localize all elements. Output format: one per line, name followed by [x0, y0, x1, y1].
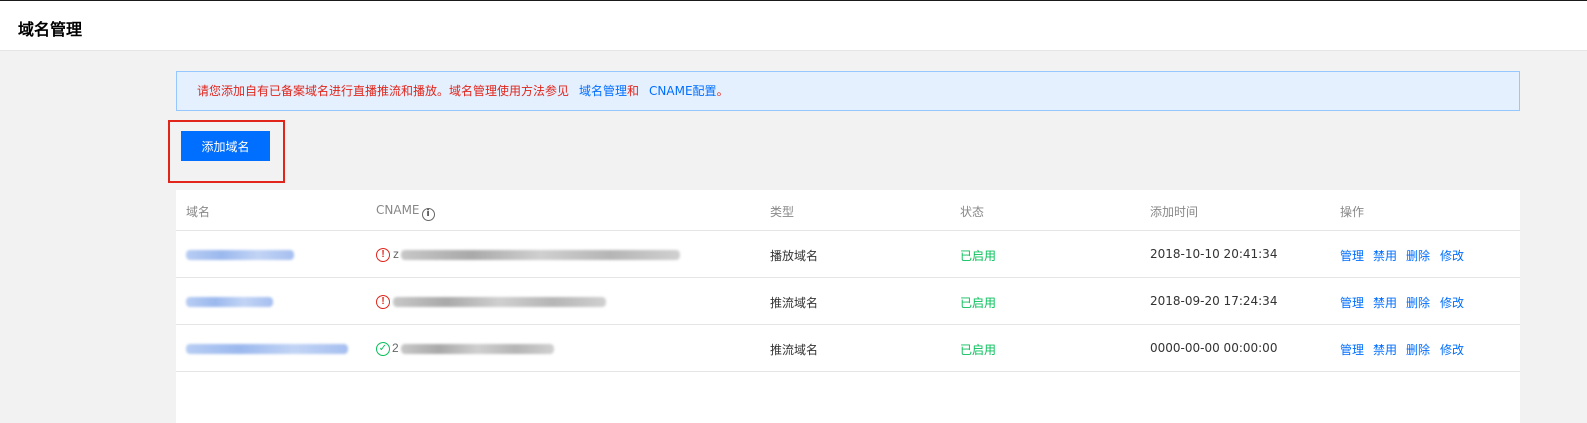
cname-value-redacted [401, 250, 680, 260]
info-notice-banner: 请您添加自有已备案域名进行直播推流和播放。域名管理使用方法参见 域名管理和 CNAM… [176, 71, 1520, 111]
domain-management-link[interactable]: 域名管理 [579, 84, 627, 98]
info-icon[interactable]: i [421, 208, 435, 221]
disable-link[interactable]: 禁用 [1373, 294, 1397, 311]
domain-type: 推流域名 [770, 296, 819, 310]
error-icon: ! [376, 295, 390, 309]
page-title: 域名管理 [18, 20, 83, 39]
column-header-operations: 操作 [1340, 205, 1365, 219]
status-badge: 已启用 [960, 296, 997, 310]
page-header: 域名管理 [0, 1, 1587, 51]
column-header-added-time: 添加时间 [1150, 205, 1199, 219]
cname-value-redacted [401, 344, 554, 354]
domain-table: 域名 CNAME i 类型 状态 添加时间 操作 ! z 播放域名 已启用 201… [176, 190, 1520, 423]
manage-link[interactable]: 管理 [1340, 294, 1364, 311]
status-badge: 已启用 [960, 343, 997, 357]
manage-link[interactable]: 管理 [1340, 341, 1364, 358]
cname-value-redacted [393, 297, 606, 307]
column-header-cname: CNAME i [376, 203, 435, 221]
delete-link[interactable]: 删除 [1406, 247, 1430, 264]
delete-link[interactable]: 删除 [1406, 341, 1430, 358]
cname-config-link[interactable]: CNAME配置 [649, 84, 717, 98]
delete-link[interactable]: 删除 [1406, 294, 1430, 311]
column-header-domain: 域名 [186, 205, 211, 219]
table-header: 域名 CNAME i 类型 状态 添加时间 操作 [176, 190, 1520, 231]
check-circle-icon: ✓ [376, 342, 390, 356]
domain-type: 播放域名 [770, 249, 819, 263]
manage-link[interactable]: 管理 [1340, 247, 1364, 264]
column-header-cname-label: CNAME [376, 203, 420, 217]
table-row: ! z 播放域名 已启用 2018-10-10 20:41:34 管理 禁用 删… [176, 231, 1520, 278]
disable-link[interactable]: 禁用 [1373, 247, 1397, 264]
notice-joiner: 和 [627, 84, 640, 98]
column-header-type: 类型 [770, 205, 795, 219]
cname-prefix: z [393, 247, 399, 261]
added-time: 2018-09-20 17:24:34 [1150, 294, 1278, 308]
error-icon: ! [376, 248, 390, 262]
table-row: ✓ 2 推流域名 已启用 0000-00-00 00:00:00 管理 禁用 删… [176, 325, 1520, 372]
table-row: ! 推流域名 已启用 2018-09-20 17:24:34 管理 禁用 删除 … [176, 278, 1520, 325]
edit-link[interactable]: 修改 [1440, 341, 1464, 358]
added-time: 2018-10-10 20:41:34 [1150, 247, 1278, 261]
added-time: 0000-00-00 00:00:00 [1150, 341, 1278, 355]
domain-link-redacted[interactable] [186, 250, 294, 260]
disable-link[interactable]: 禁用 [1373, 341, 1397, 358]
edit-link[interactable]: 修改 [1440, 247, 1464, 264]
status-badge: 已启用 [960, 249, 997, 263]
cname-prefix: 2 [392, 341, 399, 355]
domain-type: 推流域名 [770, 343, 819, 357]
domain-link-redacted[interactable] [186, 344, 348, 354]
notice-text: 请您添加自有已备案域名进行直播推流和播放。域名管理使用方法参见 [197, 84, 570, 98]
notice-end: 。 [716, 84, 729, 98]
domain-link-redacted[interactable] [186, 297, 273, 307]
add-domain-button[interactable]: 添加域名 [181, 131, 270, 161]
column-header-status: 状态 [960, 205, 985, 219]
edit-link[interactable]: 修改 [1440, 294, 1464, 311]
